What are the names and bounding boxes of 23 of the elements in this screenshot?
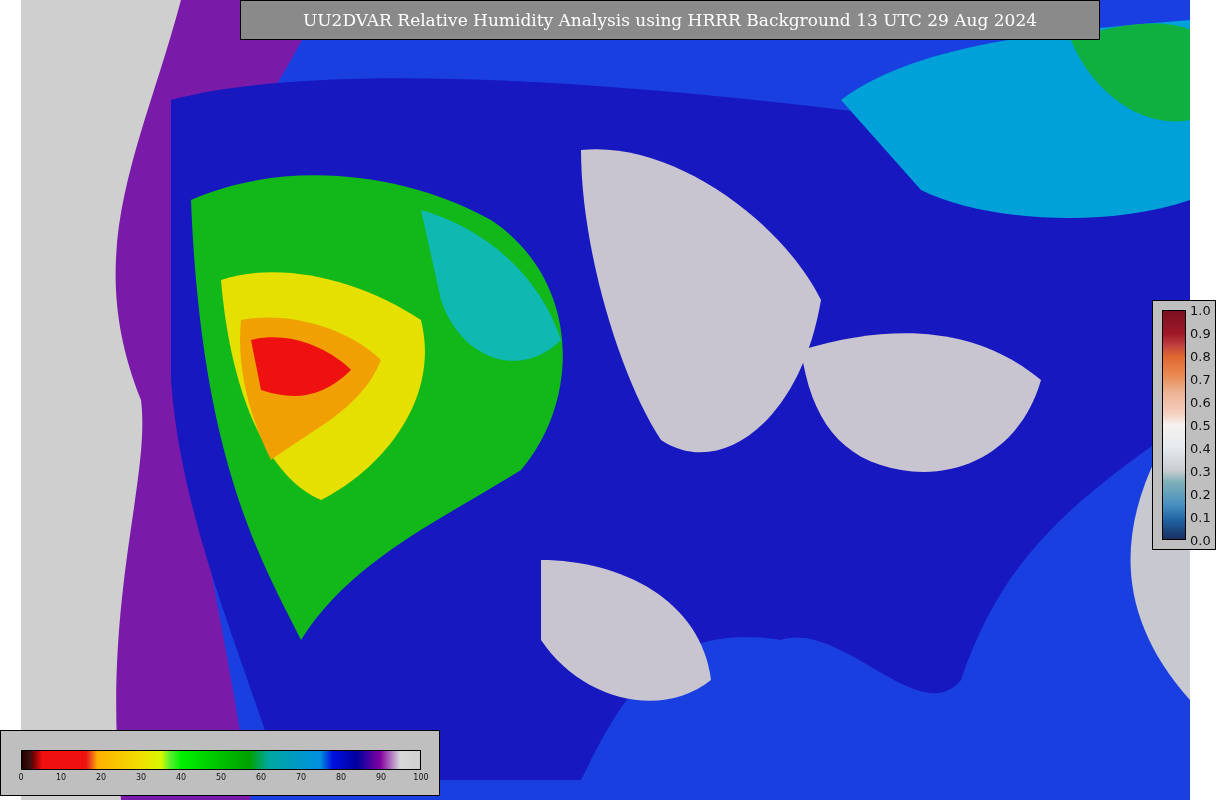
scale-label: 100 (413, 773, 429, 782)
scale-label: 0.3 (1190, 463, 1211, 479)
scale-label: 50 (215, 773, 227, 782)
scale-label: 40 (175, 773, 187, 782)
scale-label: 1.0 (1190, 302, 1211, 318)
scale-label: 70 (295, 773, 307, 782)
scale-label: 0.5 (1190, 417, 1211, 433)
scale-label: 0.8 (1190, 348, 1211, 364)
map-title: UU2DVAR Relative Humidity Analysis using HRRR Background 13 UTC 29 Aug 2024 (240, 0, 1100, 40)
scale-label: 0.0 (1190, 532, 1211, 548)
scale-label: 10 (55, 773, 67, 782)
scale-label: 0.4 (1190, 440, 1211, 456)
scale-label: 90 (375, 773, 387, 782)
scale-label: 0.6 (1190, 394, 1211, 410)
scale-label: 60 (255, 773, 267, 782)
scale-label: 80 (335, 773, 347, 782)
scale-label: 20 (95, 773, 107, 782)
scale-label: 0.1 (1190, 509, 1211, 525)
scale-label: 0.7 (1190, 371, 1211, 387)
scale-label: 30 (135, 773, 147, 782)
scale-label: 0 (18, 773, 24, 782)
scale-label: 0.2 (1190, 486, 1211, 502)
scale-label: 0.9 (1190, 325, 1211, 341)
